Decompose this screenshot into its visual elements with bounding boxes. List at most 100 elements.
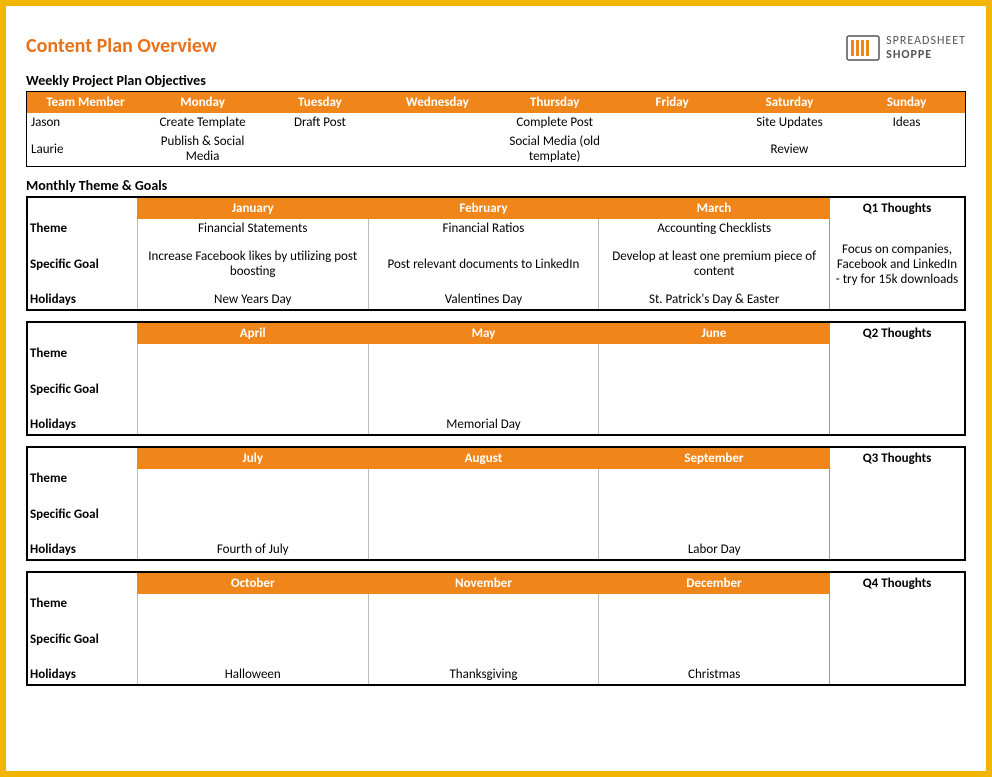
cell[interactable] <box>137 469 368 488</box>
cell[interactable]: Draft Post <box>261 113 378 132</box>
cell[interactable] <box>137 613 368 665</box>
cell[interactable]: Ideas <box>848 113 965 132</box>
quarter-4-table: October November December Q4 Thoughts Th… <box>26 571 966 686</box>
cell[interactable] <box>368 594 599 613</box>
theme-row: Theme Financial Statements Financial Rat… <box>27 219 965 238</box>
cell[interactable]: Increase Facebook likes by utilizing pos… <box>137 238 368 290</box>
cell[interactable]: Post relevant documents to LinkedIn <box>368 238 599 290</box>
cell[interactable]: St. Patrick's Day & Easter <box>599 290 830 310</box>
thoughts-cell[interactable] <box>830 594 965 685</box>
row-label-theme: Theme <box>27 469 137 488</box>
cell[interactable] <box>137 415 368 435</box>
cell[interactable] <box>599 344 830 363</box>
weekly-table: Team Member Monday Tuesday Wednesday Thu… <box>26 91 966 167</box>
theme-row: Theme <box>27 344 965 363</box>
monthly-section-label: Monthly Theme & Goals <box>26 177 966 194</box>
cell[interactable] <box>613 113 730 132</box>
cell[interactable] <box>368 488 599 540</box>
cell-member[interactable]: Jason <box>27 113 144 132</box>
month-header: January <box>137 197 368 219</box>
weekly-row: Jason Create Template Draft Post Complet… <box>27 113 966 132</box>
cell[interactable]: Accounting Checklists <box>599 219 830 238</box>
blank-header <box>27 572 137 594</box>
cell[interactable]: New Years Day <box>137 290 368 310</box>
month-header: April <box>137 322 368 344</box>
document-frame: Content Plan Overview SPREADSHEET SHOPPE… <box>0 0 992 777</box>
cell[interactable]: Fourth of July <box>137 540 368 560</box>
cell[interactable]: Site Updates <box>731 113 848 132</box>
cell[interactable] <box>137 363 368 415</box>
cell[interactable]: Valentines Day <box>368 290 599 310</box>
goal-row: Specific Goal Increase Facebook likes by… <box>27 238 965 290</box>
weekly-row: Laurie Publish & Social Media Social Med… <box>27 132 966 167</box>
thoughts-cell[interactable]: Focus on companies, Facebook and LinkedI… <box>830 219 965 310</box>
col-wednesday: Wednesday <box>379 92 496 114</box>
spreadsheet-icon <box>846 35 880 61</box>
logo-text-1: SPREADSHEET <box>886 34 966 48</box>
cell[interactable]: Publish & Social Media <box>144 132 261 167</box>
row-label-theme: Theme <box>27 594 137 613</box>
cell[interactable] <box>599 469 830 488</box>
cell-member[interactable]: Laurie <box>27 132 144 167</box>
cell[interactable]: Christmas <box>599 665 830 685</box>
row-label-goal: Specific Goal <box>27 613 137 665</box>
cell[interactable] <box>368 540 599 560</box>
cell[interactable] <box>368 469 599 488</box>
weekly-section-label: Weekly Project Plan Objectives <box>26 72 966 89</box>
month-header: October <box>137 572 368 594</box>
brand-logo: SPREADSHEET SHOPPE <box>846 34 966 62</box>
cell[interactable] <box>599 594 830 613</box>
col-tuesday: Tuesday <box>261 92 378 114</box>
col-sunday: Sunday <box>848 92 965 114</box>
cell[interactable]: Halloween <box>137 665 368 685</box>
col-monday: Monday <box>144 92 261 114</box>
month-header: May <box>368 322 599 344</box>
cell[interactable] <box>137 488 368 540</box>
col-thursday: Thursday <box>496 92 613 114</box>
cell[interactable]: Thanksgiving <box>368 665 599 685</box>
cell[interactable] <box>599 415 830 435</box>
col-team-member: Team Member <box>27 92 144 114</box>
cell[interactable]: Social Media (old template) <box>496 132 613 167</box>
cell[interactable] <box>368 363 599 415</box>
thoughts-cell[interactable] <box>830 344 965 435</box>
row-label-theme: Theme <box>27 219 137 238</box>
row-label-holidays: Holidays <box>27 290 137 310</box>
cell[interactable] <box>379 113 496 132</box>
row-label-goal: Specific Goal <box>27 238 137 290</box>
header-row: Content Plan Overview SPREADSHEET SHOPPE <box>26 34 966 62</box>
cell[interactable] <box>613 132 730 167</box>
month-header: August <box>368 447 599 469</box>
row-label-goal: Specific Goal <box>27 363 137 415</box>
cell[interactable]: Review <box>731 132 848 167</box>
cell[interactable]: Create Template <box>144 113 261 132</box>
holidays-row: Holidays Fourth of July Labor Day <box>27 540 965 560</box>
blank-header <box>27 197 137 219</box>
cell[interactable] <box>368 613 599 665</box>
cell[interactable] <box>599 363 830 415</box>
goal-row: Specific Goal <box>27 613 965 665</box>
col-friday: Friday <box>613 92 730 114</box>
page-title: Content Plan Overview <box>26 34 217 58</box>
cell[interactable]: Complete Post <box>496 113 613 132</box>
cell[interactable] <box>261 132 378 167</box>
cell[interactable] <box>599 613 830 665</box>
cell[interactable] <box>137 344 368 363</box>
cell[interactable] <box>379 132 496 167</box>
cell[interactable] <box>848 132 965 167</box>
cell[interactable] <box>599 488 830 540</box>
quarter-3-table: July August September Q3 Thoughts Theme … <box>26 446 966 561</box>
row-label-goal: Specific Goal <box>27 488 137 540</box>
cell[interactable]: Develop at least one premium piece of co… <box>599 238 830 290</box>
cell[interactable] <box>368 344 599 363</box>
thoughts-cell[interactable] <box>830 469 965 560</box>
thoughts-header: Q2 Thoughts <box>830 322 965 344</box>
holidays-row: Holidays Halloween Thanksgiving Christma… <box>27 665 965 685</box>
cell[interactable]: Memorial Day <box>368 415 599 435</box>
cell[interactable] <box>137 594 368 613</box>
cell[interactable]: Financial Ratios <box>368 219 599 238</box>
row-label-holidays: Holidays <box>27 415 137 435</box>
cell[interactable]: Labor Day <box>599 540 830 560</box>
quarter-2-table: April May June Q2 Thoughts Theme Specifi… <box>26 321 966 436</box>
cell[interactable]: Financial Statements <box>137 219 368 238</box>
